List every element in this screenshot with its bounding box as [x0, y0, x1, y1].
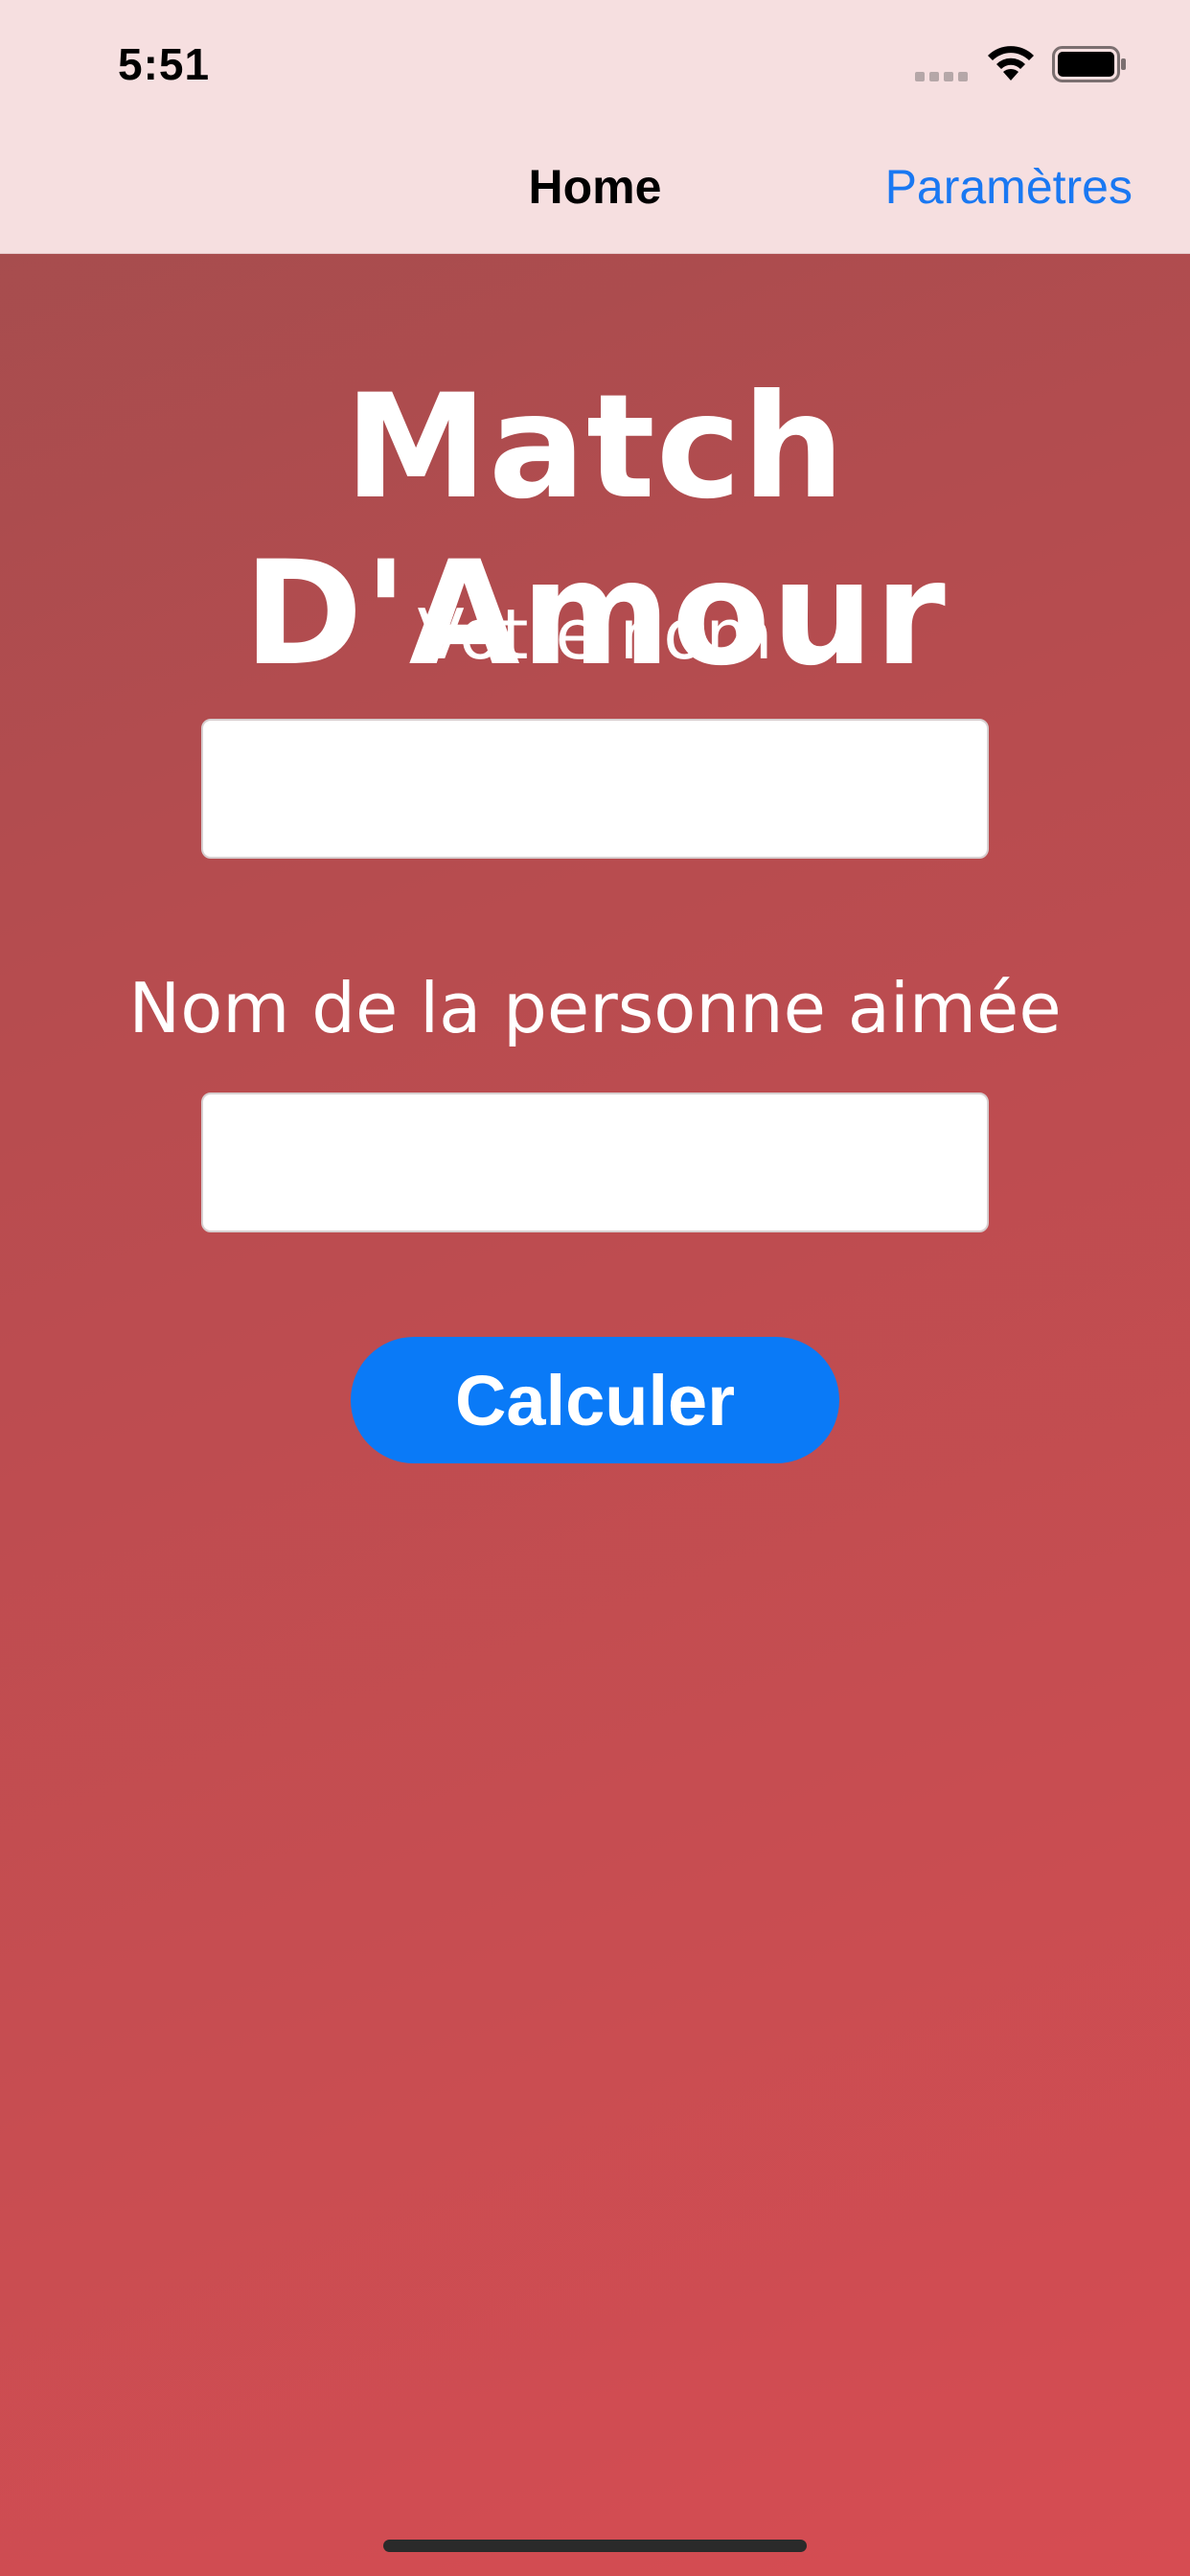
- signal-icon: [915, 69, 973, 82]
- name-label: Votre nom: [417, 594, 773, 675]
- home-indicator[interactable]: [383, 2540, 807, 2552]
- calculate-button[interactable]: Calculer: [351, 1337, 839, 1463]
- app-screen: 5:51 Home Paramètres Match D'Amour Votre…: [0, 0, 1190, 2576]
- top-chrome: 5:51 Home Paramètres: [0, 0, 1190, 254]
- partner-label: Nom de la personne aimée: [128, 968, 1062, 1048]
- wifi-icon: [985, 42, 1037, 82]
- status-time: 5:51: [118, 39, 211, 89]
- name-input[interactable]: [201, 719, 989, 859]
- battery-icon: [1052, 46, 1127, 82]
- partner-name-input[interactable]: [201, 1092, 989, 1232]
- settings-button[interactable]: Paramètres: [885, 159, 1133, 215]
